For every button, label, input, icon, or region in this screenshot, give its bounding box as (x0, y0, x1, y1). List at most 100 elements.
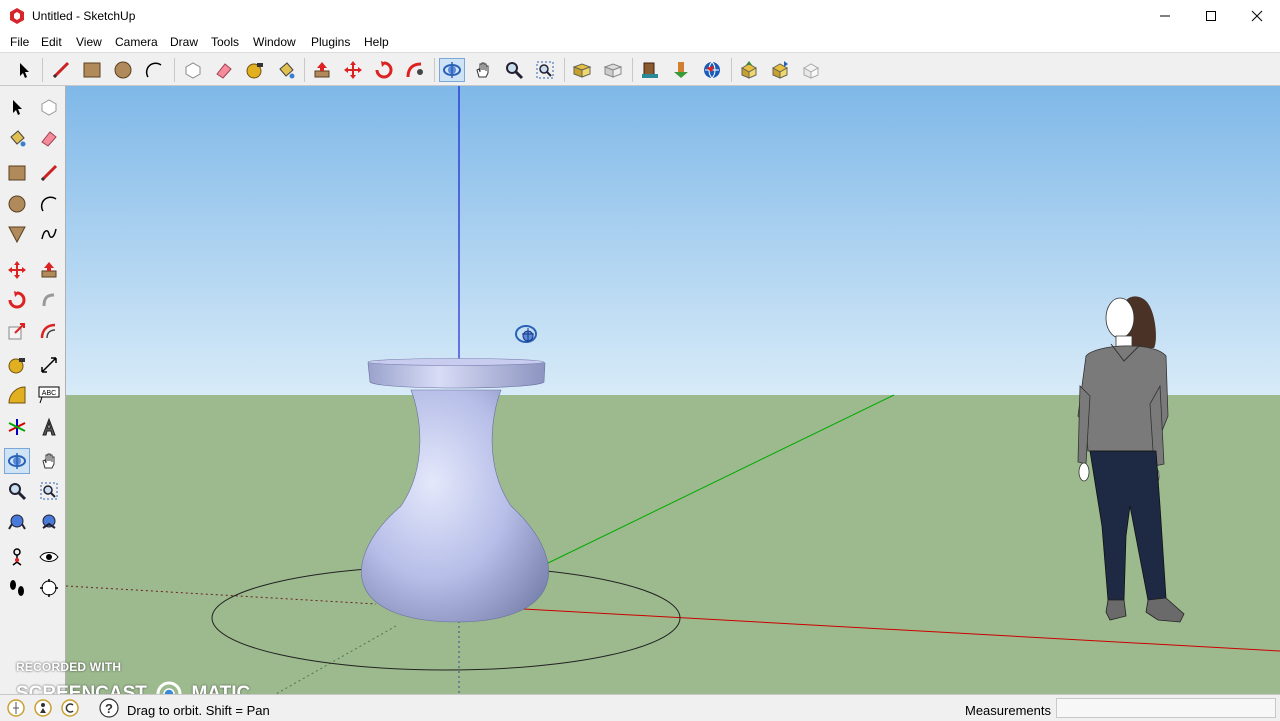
select-tool-button[interactable] (11, 58, 37, 82)
position-camera-icon (12, 548, 22, 566)
lt-push-pull-button[interactable] (36, 257, 62, 283)
zoom-tool-button[interactable] (501, 58, 527, 82)
maximize-button[interactable] (1188, 0, 1234, 32)
orbit-icon (443, 62, 461, 78)
component-icon (185, 62, 201, 79)
menu-bar: File Edit View Camera Draw Tools Window … (0, 32, 1280, 52)
component-download-icon (740, 61, 758, 79)
lt-make-component-button[interactable] (36, 94, 62, 120)
status-bar: ? Drag to orbit. Shift = Pan Measurement… (0, 694, 1280, 720)
menu-tools[interactable]: Tools (211, 35, 239, 49)
copyright-button[interactable] (60, 698, 80, 718)
move-tool-button[interactable] (340, 58, 366, 82)
lt-protractor-button[interactable] (4, 382, 30, 408)
menu-file[interactable]: File (10, 35, 29, 49)
lt-scale-button[interactable] (4, 318, 30, 344)
close-button[interactable] (1234, 0, 1280, 32)
lt-orbit-button[interactable] (4, 448, 30, 474)
get-models-button[interactable] (637, 58, 663, 82)
lt-dimension-button[interactable] (36, 352, 62, 378)
lt-pan-button[interactable] (36, 448, 62, 474)
measurements-input[interactable] (1056, 698, 1276, 718)
lt-paint-bucket-button[interactable] (4, 125, 30, 151)
lt-line-button[interactable] (36, 160, 62, 186)
orbit-tool-button[interactable] (439, 58, 465, 82)
lt-rectangle-button[interactable] (4, 160, 30, 186)
title-bar: Untitled - SketchUp (0, 0, 1280, 32)
menu-draw[interactable]: Draw (170, 35, 198, 49)
drawing-area[interactable] (66, 86, 1280, 694)
model-viewport-canvas[interactable] (66, 86, 1280, 694)
lt-position-camera-button[interactable] (4, 544, 30, 570)
rectangle-tool-button[interactable] (79, 58, 105, 82)
share-model-icon (674, 62, 688, 78)
lt-axes-button[interactable] (4, 414, 30, 440)
menu-camera[interactable]: Camera (115, 35, 158, 49)
lt-circle-button[interactable] (4, 191, 30, 217)
circle-tool-button[interactable] (110, 58, 136, 82)
pencil-icon (40, 164, 58, 182)
lt-zoom-button[interactable] (4, 478, 30, 504)
lt-zoom-extents-button[interactable] (4, 509, 30, 535)
move-icon (344, 61, 362, 79)
tape-measure-icon (8, 358, 25, 374)
lt-section-plane-button[interactable] (36, 575, 62, 601)
instructor-button[interactable]: ? (99, 698, 119, 718)
lt-eraser-button[interactable] (36, 125, 62, 151)
menu-window[interactable]: Window (253, 35, 296, 49)
warehouse-button[interactable] (699, 58, 725, 82)
credits-icon (34, 699, 52, 717)
make-component-button[interactable] (180, 58, 206, 82)
lt-arc-button[interactable] (36, 191, 62, 217)
geo-location-button[interactable] (6, 698, 26, 718)
close-icon (1251, 10, 1263, 22)
3d-text-icon (42, 417, 56, 436)
polygon-icon (8, 226, 26, 244)
offset-icon (40, 323, 56, 339)
push-pull-button[interactable] (309, 58, 335, 82)
lt-offset-button[interactable] (36, 318, 62, 344)
lt-zoom-window-button[interactable] (36, 478, 62, 504)
rotate-icon (8, 291, 26, 309)
lt-select-button[interactable] (4, 94, 30, 120)
tape-measure-button[interactable] (242, 58, 268, 82)
previous-view-icon (572, 63, 592, 78)
line-tool-button[interactable] (48, 58, 74, 82)
lt-look-around-button[interactable] (36, 544, 62, 570)
extension-warehouse-button[interactable] (798, 58, 824, 82)
lt-walk-button[interactable] (4, 575, 30, 601)
lt-previous-button[interactable] (36, 509, 62, 535)
previous-view-button[interactable] (569, 58, 595, 82)
paint-bucket-button[interactable] (273, 58, 299, 82)
follow-me-button[interactable] (402, 58, 428, 82)
lt-move-button[interactable] (4, 257, 30, 283)
move-icon (8, 261, 26, 279)
lt-3d-text-button[interactable] (36, 414, 62, 440)
arc-icon (40, 196, 57, 212)
lt-follow-me-button[interactable] (36, 287, 62, 313)
rectangle-icon (83, 62, 101, 78)
get-component-button[interactable] (736, 58, 762, 82)
share-model-button[interactable] (668, 58, 694, 82)
menu-edit[interactable]: Edit (41, 35, 62, 49)
pan-tool-button[interactable] (470, 58, 496, 82)
lt-rotate-button[interactable] (4, 287, 30, 313)
menu-plugins[interactable]: Plugins (311, 35, 350, 49)
dimension-icon (41, 357, 57, 373)
eraser-icon (216, 63, 232, 79)
arc-tool-button[interactable] (141, 58, 167, 82)
lt-freehand-button[interactable] (36, 221, 62, 247)
menu-view[interactable]: View (76, 35, 102, 49)
lt-text-button[interactable]: ABC (36, 382, 62, 408)
zoom-extents-button[interactable] (532, 58, 558, 82)
rotate-tool-button[interactable] (371, 58, 397, 82)
next-view-icon (603, 63, 623, 78)
share-component-button[interactable] (767, 58, 793, 82)
menu-help[interactable]: Help (364, 35, 389, 49)
lt-tape-measure-button[interactable] (4, 352, 30, 378)
next-view-button[interactable] (600, 58, 626, 82)
lt-polygon-button[interactable] (4, 221, 30, 247)
credits-button[interactable] (33, 698, 53, 718)
minimize-button[interactable] (1142, 0, 1188, 32)
eraser-tool-button[interactable] (211, 58, 237, 82)
